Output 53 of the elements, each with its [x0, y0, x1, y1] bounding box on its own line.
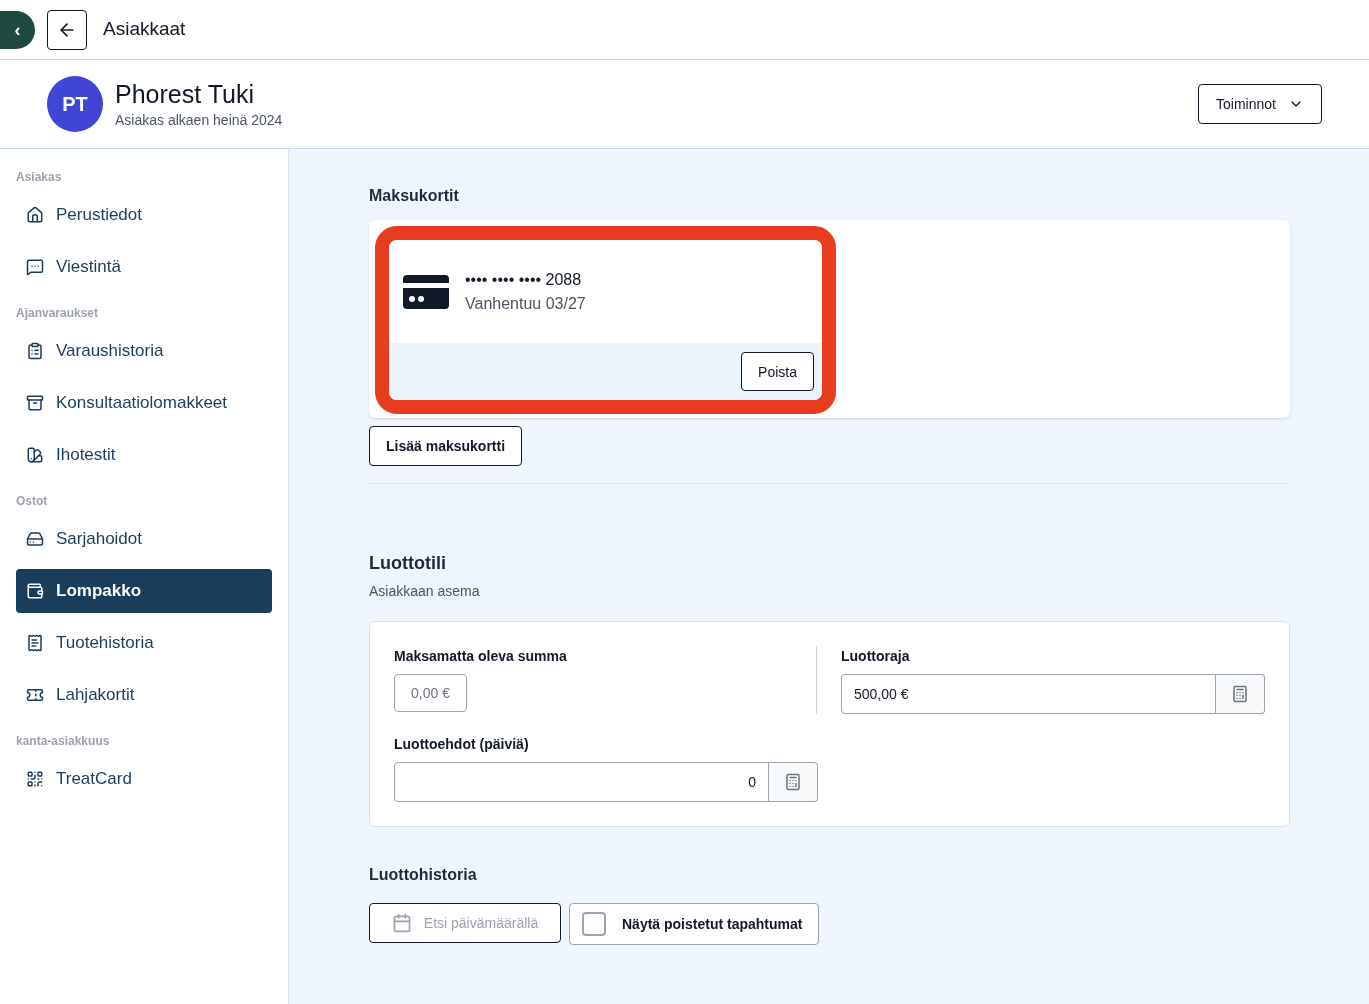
show-deleted-checkbox[interactable]	[582, 912, 606, 936]
field-label: Maksamatta oleva summa	[394, 647, 568, 666]
back-button[interactable]	[47, 9, 87, 50]
calculator-icon	[784, 773, 802, 791]
remove-button[interactable]: Poista	[741, 352, 814, 391]
credit-limit-field[interactable]: 500,00 €	[841, 674, 1216, 714]
sidebar-item[interactable]: Konsultaatiolomakkeet	[16, 381, 272, 425]
calculator-button[interactable]	[769, 762, 818, 802]
credit-terms-field[interactable]: 0	[394, 762, 769, 802]
field-label: Luottoehdot (päiviä)	[394, 735, 530, 754]
qr-code-icon	[26, 770, 44, 788]
home-icon	[26, 206, 44, 224]
sidebar-item[interactable]: Viestintä	[16, 245, 272, 289]
ticket-icon	[26, 686, 44, 704]
section-title: Luottohistoria	[369, 865, 478, 885]
section-title: Luottotili	[369, 552, 447, 575]
credit-card-icon	[403, 274, 449, 309]
actions-dropdown[interactable]: Toiminnot	[1198, 84, 1322, 124]
clipboard-icon	[26, 342, 44, 360]
sidebar-item[interactable]: Ihotestit	[16, 433, 272, 477]
collapse-button[interactable]: ‹	[0, 10, 35, 49]
field-label: Luottoraja	[841, 647, 911, 666]
box-icon	[26, 394, 44, 412]
receipt-icon	[26, 634, 44, 652]
section-title: Maksukortit	[369, 186, 460, 206]
sidebar-item[interactable]: Tuotehistoria	[16, 621, 272, 665]
wallet-icon	[26, 582, 44, 600]
customer-since: Asiakas alkaen heinä 2024	[115, 111, 283, 130]
sidebar-item[interactable]: TreatCard	[16, 757, 272, 801]
sidebar-section-title: kanta-asiakkuus	[16, 733, 111, 749]
page-title: Asiakkaat	[103, 17, 186, 42]
customer-name: Phorest Tuki	[115, 79, 255, 110]
outstanding-amount-field: 0,00 €	[394, 674, 467, 712]
calculator-button[interactable]	[1216, 674, 1265, 714]
add-card-button[interactable]: Lisää maksukortti	[369, 426, 523, 466]
stack-icon	[26, 530, 44, 548]
sidebar-item[interactable]: Perustiedot	[16, 193, 272, 237]
sidebar-item[interactable]: Sarjahoidot	[16, 517, 272, 561]
calendar-icon	[391, 913, 412, 933]
sidebar-item[interactable]: Varaushistoria	[16, 329, 272, 373]
avatar: PT	[47, 76, 103, 132]
sidebar-item[interactable]: Lahjakortit	[16, 673, 272, 717]
calculator-icon	[1231, 685, 1249, 703]
section-subtitle: Asiakkaan asema	[369, 582, 481, 601]
chat-bubble-icon	[26, 258, 44, 276]
sidebar-section-title: Ostot	[16, 493, 49, 509]
card-expiry: Vanhentuu 03/27	[465, 293, 586, 314]
sidebar-section-title: Ajanvaraukset	[16, 305, 100, 321]
sidebar-item[interactable]: Lompakko	[16, 569, 272, 613]
sidebar-section-title: Asiakas	[16, 169, 63, 185]
swatch-icon	[26, 446, 44, 464]
card-number: •••• •••• •••• 2088	[465, 269, 583, 290]
checkbox-label: Näytä poistetut tapahtumat	[622, 915, 803, 934]
